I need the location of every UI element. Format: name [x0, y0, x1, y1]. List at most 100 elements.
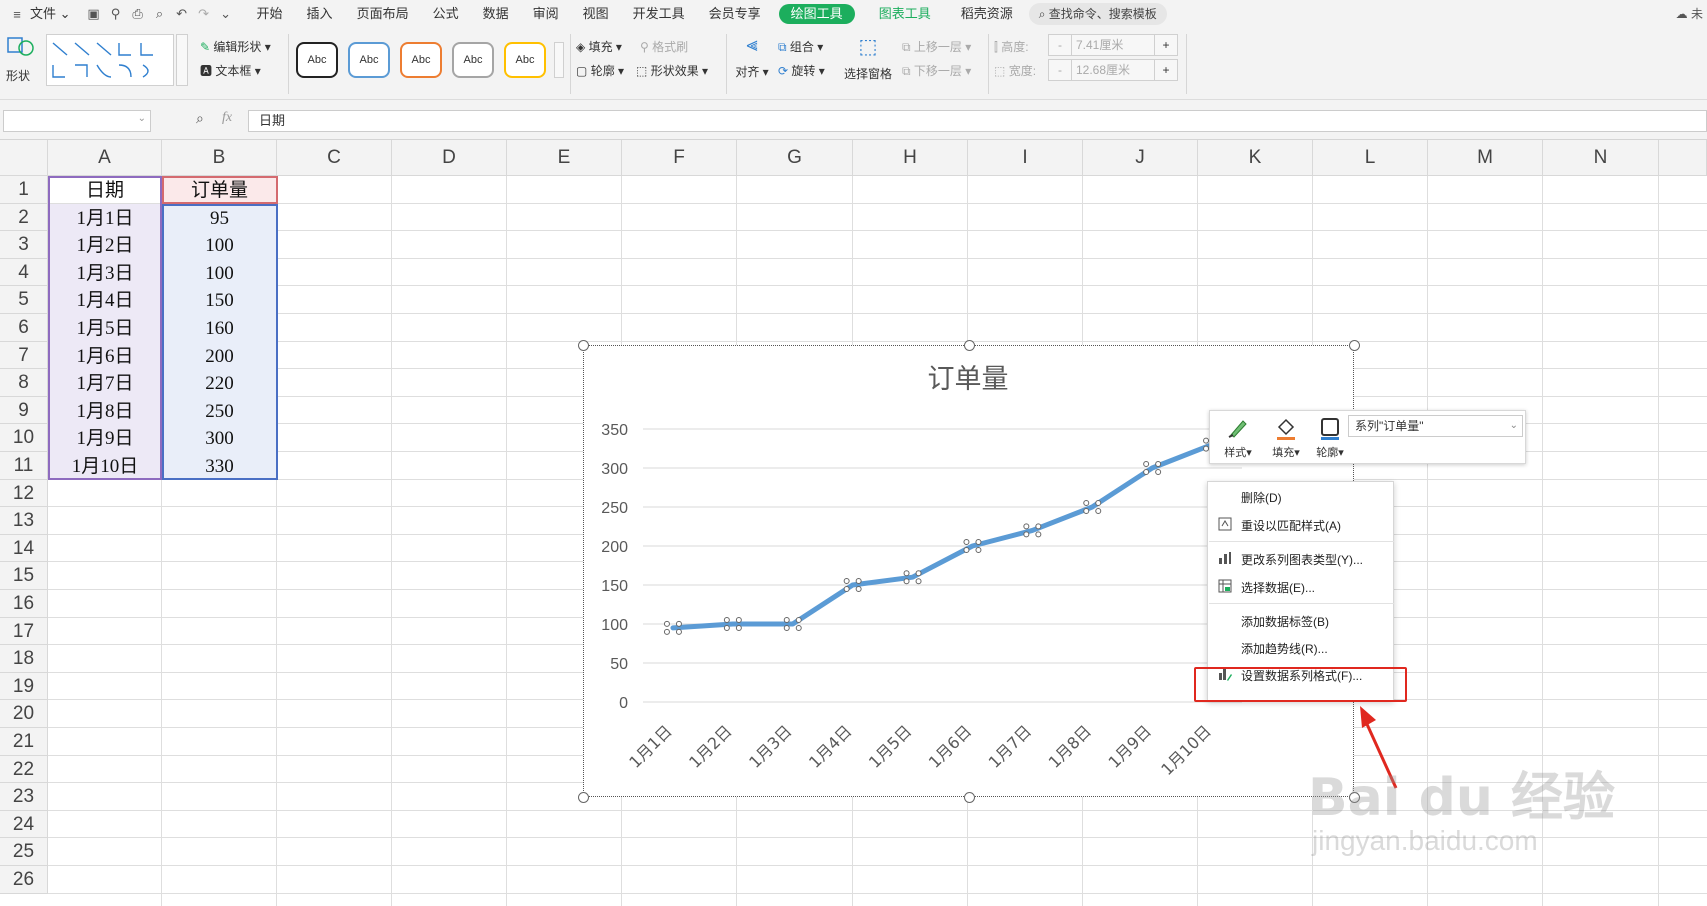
row-header-25[interactable]: 25: [0, 838, 48, 866]
cell-date[interactable]: 1月3日: [48, 259, 162, 287]
column-header-b[interactable]: B: [162, 140, 277, 176]
row-header-16[interactable]: 16: [0, 590, 48, 618]
tab-member[interactable]: 会员专享: [697, 0, 773, 28]
row-header-1[interactable]: 1: [0, 176, 48, 204]
outline-button[interactable]: ▢ 轮廓 ▾: [576, 62, 624, 79]
row-header-10[interactable]: 10: [0, 424, 48, 452]
row-header-8[interactable]: 8: [0, 369, 48, 397]
cell-orders[interactable]: 330: [162, 452, 277, 480]
textbox-button[interactable]: 🅰 文本框 ▾: [200, 62, 261, 79]
row-header-12[interactable]: 12: [0, 479, 48, 508]
style-preset-orange[interactable]: Abc: [400, 42, 442, 78]
menu-item-add-trendline[interactable]: 添加趋势线(R)...: [1208, 635, 1393, 659]
tab-developer[interactable]: 开发工具: [621, 0, 697, 28]
style-button[interactable]: 样式▾: [1216, 413, 1260, 463]
undo-icon[interactable]: ↶: [171, 0, 193, 28]
height-decrement[interactable]: -: [1048, 34, 1072, 56]
style-preset-black[interactable]: Abc: [296, 42, 338, 78]
group-button[interactable]: ⧉ 组合 ▾: [778, 38, 823, 55]
row-header-13[interactable]: 13: [0, 507, 48, 535]
cloud-status[interactable]: ☁ 未: [1676, 0, 1703, 28]
cell-date[interactable]: 1月5日: [48, 314, 162, 342]
row-header-7[interactable]: 7: [0, 341, 48, 370]
tab-view[interactable]: 视图: [571, 0, 621, 28]
column-header-c[interactable]: C: [277, 140, 392, 176]
menu-item-change-chart-type[interactable]: 更改系列图表类型(Y)...: [1208, 546, 1393, 570]
cell-orders[interactable]: 160: [162, 314, 277, 342]
tab-review[interactable]: 审阅: [521, 0, 571, 28]
row-header-6[interactable]: 6: [0, 314, 48, 342]
width-increment[interactable]: +: [1154, 59, 1178, 81]
bring-forward-button[interactable]: ⧉ 上移一层 ▾: [902, 38, 971, 55]
series-selector[interactable]: 系列"订单量" ⌄: [1348, 415, 1523, 437]
menu-item-select-data[interactable]: 选择数据(E)...: [1208, 574, 1393, 598]
menu-item-delete[interactable]: 删除(D): [1208, 484, 1393, 508]
name-box[interactable]: ⌄: [3, 110, 151, 132]
column-header-d[interactable]: D: [392, 140, 507, 176]
format-painter-button[interactable]: ⚲ 格式刷: [640, 38, 688, 55]
outline-button-float[interactable]: 轮廓▾: [1308, 413, 1352, 463]
column-header-h[interactable]: H: [853, 140, 968, 176]
cell-a1[interactable]: 日期: [48, 176, 162, 204]
cell-orders[interactable]: 220: [162, 369, 277, 397]
shape-gallery[interactable]: [46, 34, 174, 86]
row-header-3[interactable]: 3: [0, 231, 48, 259]
select-all-corner[interactable]: [0, 140, 48, 176]
save-icon[interactable]: ▣: [83, 0, 105, 28]
command-search[interactable]: ⌕ 查找命令、搜索模板: [1028, 3, 1167, 25]
row-header-24[interactable]: 24: [0, 810, 48, 839]
row-header-23[interactable]: 23: [0, 783, 48, 811]
column-header-l[interactable]: L: [1313, 140, 1428, 176]
tab-insert[interactable]: 插入: [295, 0, 345, 28]
column-header-i[interactable]: I: [968, 140, 1083, 176]
resize-handle[interactable]: [963, 792, 975, 803]
tab-page-layout[interactable]: 页面布局: [345, 0, 421, 28]
print-icon[interactable]: ⎙: [127, 0, 149, 28]
column-header-f[interactable]: F: [622, 140, 737, 176]
column-header-e[interactable]: E: [507, 140, 622, 176]
fill-button[interactable]: ◈ 填充 ▾: [576, 38, 622, 55]
tab-template-resources[interactable]: 稻壳资源: [949, 0, 1025, 28]
width-decrement[interactable]: -: [1048, 59, 1072, 81]
style-preset-gray[interactable]: Abc: [452, 42, 494, 78]
row-header-9[interactable]: 9: [0, 396, 48, 425]
tab-data[interactable]: 数据: [471, 0, 521, 28]
column-header-a[interactable]: A: [48, 140, 162, 176]
row-header-26[interactable]: 26: [0, 866, 48, 894]
redo-icon[interactable]: ↷: [193, 0, 215, 28]
cell-date[interactable]: 1月9日: [48, 424, 162, 452]
width-input[interactable]: 12.68厘米: [1071, 59, 1155, 81]
format-painter-icon[interactable]: ⚲: [105, 0, 127, 28]
cell-orders[interactable]: 300: [162, 424, 277, 452]
cell-date[interactable]: 1月10日: [48, 452, 162, 480]
column-header-m[interactable]: M: [1428, 140, 1543, 176]
menu-item-add-data-labels[interactable]: 添加数据标签(B): [1208, 608, 1393, 632]
resize-handle[interactable]: [963, 340, 975, 351]
cell-orders[interactable]: 250: [162, 397, 277, 425]
resize-handle[interactable]: [578, 340, 589, 351]
row-header-4[interactable]: 4: [0, 258, 48, 287]
row-header-14[interactable]: 14: [0, 534, 48, 563]
row-header-22[interactable]: 22: [0, 755, 48, 784]
row-header-11[interactable]: 11: [0, 452, 48, 480]
align-button[interactable]: ⫷ 对齐 ▾: [732, 34, 772, 94]
row-header-17[interactable]: 17: [0, 617, 48, 646]
height-increment[interactable]: +: [1154, 34, 1178, 56]
shape-gallery-scroll[interactable]: [176, 34, 188, 86]
print-preview-icon[interactable]: ⌕: [149, 0, 171, 28]
tab-formulas[interactable]: 公式: [421, 0, 471, 28]
resize-handle[interactable]: [578, 792, 589, 803]
edit-shape-button[interactable]: ✎ 编辑形状 ▾: [200, 38, 271, 55]
cell-date[interactable]: 1月1日: [48, 204, 162, 232]
send-backward-button[interactable]: ⧉ 下移一层 ▾: [902, 62, 971, 79]
height-input[interactable]: 7.41厘米: [1071, 34, 1155, 56]
style-preset-gold[interactable]: Abc: [504, 42, 546, 78]
formula-input[interactable]: 日期: [248, 110, 1707, 132]
cell-date[interactable]: 1月2日: [48, 231, 162, 259]
cell-orders[interactable]: 150: [162, 286, 277, 314]
style-preset-blue[interactable]: Abc: [348, 42, 390, 78]
resize-handle[interactable]: [1349, 340, 1360, 351]
zoom-formula-icon[interactable]: ⌕: [196, 110, 204, 127]
row-header-2[interactable]: 2: [0, 203, 48, 232]
fx-icon[interactable]: fx: [222, 110, 232, 126]
